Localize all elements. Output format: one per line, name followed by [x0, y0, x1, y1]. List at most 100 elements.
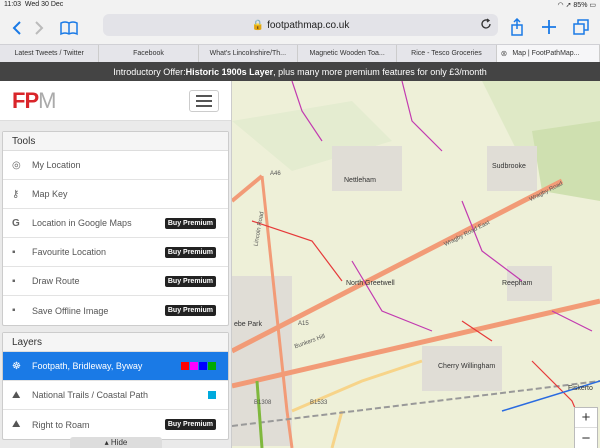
tab-lincolnshire[interactable]: What's Lincolnshire/Th... — [199, 45, 298, 62]
tab-label: Latest Tweets / Twitter — [14, 50, 84, 57]
tabs-overview-icon[interactable] — [570, 16, 592, 38]
tab-label: Map | FootPathMap... — [512, 50, 580, 57]
layer-label: Footpath, Bridleway, Byway — [32, 361, 143, 371]
buy-premium-badge[interactable]: Buy Premium — [164, 419, 216, 430]
map-label-fiskerton: Fiskerto — [568, 385, 593, 392]
tool-map-key[interactable]: ⚷ Map Key — [3, 180, 228, 209]
tool-save-offline-image[interactable]: ▪ Save Offline Image Buy Premium — [3, 296, 228, 325]
tab-strip: Latest Tweets / Twitter Facebook What's … — [0, 44, 600, 62]
tools-heading: Tools — [3, 132, 228, 151]
back-icon[interactable] — [6, 17, 28, 39]
forward-icon[interactable] — [28, 17, 50, 39]
zoom-out-button[interactable]: − — [575, 428, 597, 448]
menu-icon-bar — [196, 99, 212, 102]
tab-magnetic-toys[interactable]: Magnetic Wooden Toa... — [298, 45, 398, 62]
menu-icon-bar — [196, 94, 212, 97]
logo-bar: FPM — [0, 81, 231, 121]
google-icon: G — [12, 217, 20, 229]
tab-label: What's Lincolnshire/Th... — [209, 50, 287, 57]
logo-fp: FP — [12, 87, 39, 113]
tab-label: Magnetic Wooden Toa... — [309, 50, 385, 57]
location-icon: ➚ — [565, 2, 572, 9]
tab-footpathmap[interactable]: ⊗ Map | FootPathMap... — [496, 45, 600, 62]
trail-color-swatch — [208, 391, 216, 399]
tool-label: Favourite Location — [32, 247, 107, 257]
bookmarks-icon[interactable] — [58, 17, 80, 39]
map-label-cherry-willingham: Cherry Willingham — [438, 363, 496, 370]
sidebar: FPM Tools ◎ My Location ⚷ Map Key G Locatio… — [0, 81, 232, 448]
tab-label: Rice - Tesco Groceries — [411, 50, 482, 57]
tool-google-maps[interactable]: G Location in Google Maps Buy Premium — [3, 209, 228, 238]
tool-label: Location in Google Maps — [32, 218, 132, 228]
nettleham-urban — [332, 146, 402, 191]
tools-panel: Tools ◎ My Location ⚷ Map Key G Location in… — [2, 131, 229, 326]
tool-label: Save Offline Image — [32, 305, 109, 316]
hiker-icon: ⛰ — [12, 389, 21, 401]
tab-twitter[interactable]: Latest Tweets / Twitter — [0, 45, 100, 62]
layer-national-trails[interactable]: ⛰ National Trails / Coastal Path — [3, 381, 228, 410]
walker-icon: ☸ — [12, 360, 21, 372]
save-icon: ▪ — [12, 305, 16, 316]
map-label-b1533: B1533 — [310, 400, 328, 406]
target-icon: ◎ — [12, 159, 21, 171]
address-bar[interactable]: 🔒 footpathmap.co.uk — [103, 14, 498, 36]
swatch — [190, 362, 198, 370]
close-tab-icon[interactable]: ⊗ — [501, 49, 508, 58]
promo-prefix: Introductory Offer: — [113, 66, 186, 77]
swatch — [199, 362, 207, 370]
tool-draw-route[interactable]: ▪ Draw Route Buy Premium — [3, 267, 228, 296]
browser-toolbar: 🔒 footpathmap.co.uk — [0, 11, 600, 44]
layers-heading: Layers — [3, 333, 228, 352]
menu-icon-bar — [196, 104, 212, 107]
tab-tesco[interactable]: Rice - Tesco Groceries — [397, 45, 497, 62]
tool-my-location[interactable]: ◎ My Location — [3, 151, 228, 180]
ios-status-bar: 11:03 Wed 30 Dec ◠ ➚ 85% ▭ — [0, 0, 600, 11]
swatch — [181, 362, 189, 370]
tool-label: Map Key — [32, 189, 68, 199]
map-label-a46: A46 — [270, 171, 281, 177]
menu-button[interactable] — [189, 89, 219, 112]
layer-right-to-roam[interactable]: ⛰ Right to Roam Buy Premium — [3, 410, 228, 439]
wifi-icon: ◠ — [557, 2, 564, 9]
share-icon[interactable] — [506, 16, 528, 38]
zoom-controls: + − — [574, 407, 598, 448]
swatch — [208, 391, 216, 399]
tool-favourite-location[interactable]: ▪ Favourite Location Buy Premium — [3, 238, 228, 267]
tab-facebook[interactable]: Facebook — [99, 45, 199, 62]
lock-icon: 🔒 — [251, 19, 265, 31]
app-main: FPM Tools ◎ My Location ⚷ Map Key G Locatio… — [0, 81, 600, 448]
buy-premium-badge[interactable]: Buy Premium — [164, 305, 216, 316]
layer-footpath[interactable]: ☸ Footpath, Bridleway, Byway — [3, 352, 228, 381]
fpm-logo[interactable]: FPM — [12, 87, 56, 114]
map-label-reepham: Reepham — [502, 280, 533, 287]
map-label-sudbrooke: Sudbrooke — [492, 163, 526, 170]
url-text: footpathmap.co.uk — [267, 19, 350, 31]
map-label-north-greetwell: North Greetwell — [346, 280, 395, 287]
map-view[interactable]: Nettleham Sudbrooke North Greetwell Reep… — [232, 81, 600, 448]
promo-banner[interactable]: Introductory Offer: Historic 1900s Layer… — [0, 62, 600, 81]
status-time: 11:03 — [4, 1, 21, 8]
hide-label: Hide — [110, 438, 128, 447]
battery-icon: ▭ — [589, 2, 596, 9]
zoom-in-button[interactable]: + — [575, 408, 597, 428]
logo-m: M — [38, 87, 56, 113]
promo-highlight: Historic 1900s Layer — [185, 66, 274, 77]
buy-premium-badge[interactable]: Buy Premium — [164, 275, 216, 287]
key-icon: ⚷ — [12, 188, 20, 200]
reload-icon[interactable] — [480, 18, 492, 33]
tool-label: My Location — [32, 160, 81, 170]
tool-label: Draw Route — [32, 276, 80, 286]
buy-premium-badge[interactable]: Buy Premium — [164, 217, 216, 229]
hiker-icon: ⛰ — [12, 419, 21, 430]
layer-label: National Trails / Coastal Path — [32, 390, 149, 400]
new-tab-icon[interactable] — [538, 16, 560, 38]
save-icon: ▪ — [12, 246, 16, 258]
layer-label: Right to Roam — [32, 419, 90, 430]
map-label-nettleham: Nettleham — [344, 177, 376, 184]
map-canvas — [232, 81, 600, 448]
save-icon: ▪ — [12, 275, 16, 287]
buy-premium-badge[interactable]: Buy Premium — [164, 246, 216, 258]
footpath-color-swatches — [181, 362, 216, 370]
layers-panel: Layers ☸ Footpath, Bridleway, Byway ⛰ Nati… — [2, 332, 229, 440]
hide-sidebar-button[interactable]: ▴ Hide — [70, 437, 162, 448]
